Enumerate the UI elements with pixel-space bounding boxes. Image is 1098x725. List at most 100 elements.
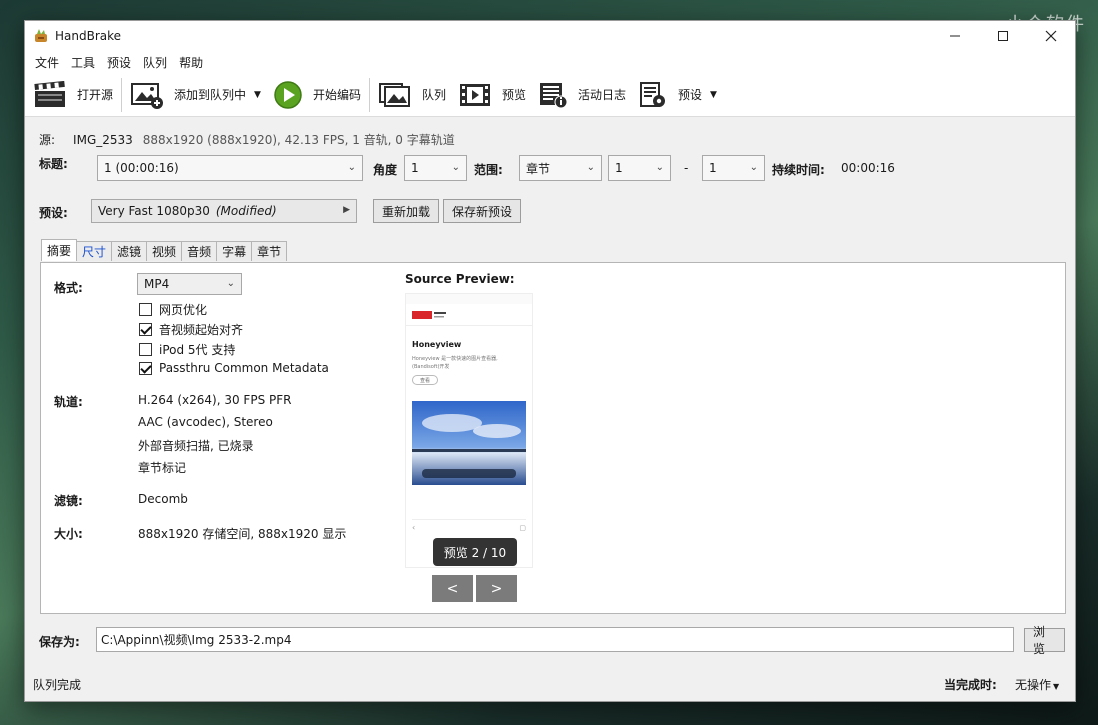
range-start-select[interactable]: 1 ⌄ (608, 155, 671, 181)
duration-label: 持续时间: (772, 163, 825, 177)
track-external-audio: 外部音频扫描, 已烧录 (138, 439, 254, 453)
preview-next-button[interactable]: > (476, 575, 517, 602)
tab-subtitles[interactable]: 字幕 (216, 241, 253, 261)
maximize-button[interactable] (979, 21, 1027, 51)
track-audio: AAC (avcodec), Stereo (138, 415, 273, 429)
queue-button[interactable]: 队列 (372, 77, 452, 113)
save-as-label: 保存为: (39, 635, 80, 649)
checkbox-box[interactable] (139, 303, 152, 316)
preset-select[interactable]: Very Fast 1080p30 (Modified) ▶ (91, 199, 357, 223)
tab-filters[interactable]: 滤镜 (111, 241, 148, 261)
status-text: 队列完成 (33, 677, 82, 692)
ipod-support-checkbox[interactable]: iPod 5代 支持 (139, 341, 235, 358)
start-encode-button[interactable]: 开始编码 (267, 77, 367, 113)
page-pill-button: 查看 (412, 375, 438, 385)
chevron-down-icon[interactable]: ▼ (254, 90, 261, 100)
filters-label: 滤镜: (54, 494, 83, 508)
title-select[interactable]: 1 (00:00:16) ⌄ (97, 155, 363, 181)
menu-queue[interactable]: 队列 (137, 54, 173, 71)
when-done-label: 当完成时: (944, 677, 997, 692)
chevron-right-icon: ▶ (343, 205, 350, 215)
save-new-preset-button[interactable]: 保存新预设 (443, 199, 522, 223)
site-logo-icon (412, 310, 446, 319)
menu-file[interactable]: 文件 (29, 54, 65, 71)
reload-preset-button[interactable]: 重新加载 (373, 199, 440, 223)
source-label: 源: (39, 133, 56, 147)
checkbox-box[interactable] (139, 323, 152, 336)
passthru-metadata-checkbox[interactable]: Passthru Common Metadata (139, 361, 329, 375)
queue-icon (378, 81, 412, 109)
film-preview-icon (458, 81, 492, 109)
menu-presets[interactable]: 预设 (101, 54, 137, 71)
chevron-down-icon[interactable]: ▼ (710, 90, 717, 100)
add-to-queue-button[interactable]: 添加到队列中 ▼ (124, 77, 267, 113)
presets-gear-icon (638, 81, 668, 109)
preview-label: 预览 (501, 88, 526, 102)
status-bar: 队列完成 当完成时: 无操作 ▼ (25, 667, 1075, 701)
checkbox-box[interactable] (139, 343, 152, 356)
page-heading: Honeyview (412, 340, 462, 349)
site-header (406, 304, 532, 326)
tab-dimensions[interactable]: 尺寸 (76, 241, 113, 261)
menu-help[interactable]: 帮助 (173, 54, 209, 71)
summary-panel: 格式: MP4 ⌄ 网页优化 音视频起始对齐 iPod 5代 支持 Passth… (40, 262, 1066, 614)
source-preview-title: Source Preview: (405, 272, 515, 286)
play-icon (273, 80, 303, 110)
title-label: 标题: (39, 157, 68, 171)
tab-chapters[interactable]: 章节 (251, 241, 288, 261)
close-button[interactable] (1027, 21, 1075, 51)
track-chapters: 章节标记 (138, 461, 187, 475)
presets-button[interactable]: 预设 ▼ (632, 77, 723, 113)
browse-button[interactable]: 浏览 (1024, 625, 1065, 656)
source-info: 888x1920 (888x1920), 42.13 FPS, 1 音轨, 0 … (142, 133, 455, 147)
add-image-icon (130, 81, 164, 109)
menu-tools[interactable]: 工具 (65, 54, 101, 71)
web-optimized-label: 网页优化 (159, 303, 208, 317)
tabs-icon: ▢ (519, 523, 526, 532)
size-value: 888x1920 存储空间, 888x1920 显示 (138, 527, 347, 541)
menu-bar: 文件 工具 预设 队列 帮助 (25, 51, 1075, 73)
range-dash: - (684, 161, 689, 175)
preview-counter: 预览 2 / 10 (433, 538, 517, 566)
toolbar-separator (121, 77, 123, 112)
preview-button[interactable]: 预览 (452, 77, 532, 113)
minimize-button[interactable] (931, 21, 979, 51)
save-path-value: C:\Appinn\视频\Img 2533-2.mp4 (101, 633, 292, 647)
chevron-down-icon: ⌄ (226, 278, 235, 289)
align-av-start-checkbox[interactable]: 音视频起始对齐 (139, 321, 243, 338)
tracks-label: 轨道: (54, 395, 83, 409)
ipod-support-label: iPod 5代 支持 (159, 343, 236, 357)
start-encode-label: 开始编码 (312, 88, 361, 102)
back-arrow-icon: ‹ (412, 523, 416, 532)
range-start-value: 1 (615, 161, 623, 175)
checkbox-box[interactable] (139, 361, 152, 375)
toolbar: 打开源 添加到队列中 ▼ 开始编码 队列 预览 活动日志 预设 ▼ (25, 73, 1075, 117)
web-optimized-checkbox[interactable]: 网页优化 (139, 301, 207, 318)
preview-prev-button[interactable]: < (432, 575, 473, 602)
angle-select[interactable]: 1 ⌄ (404, 155, 467, 181)
chevron-down-icon: ⌄ (655, 162, 664, 173)
range-end-select[interactable]: 1 ⌄ (702, 155, 765, 181)
tab-audio[interactable]: 音频 (181, 241, 218, 261)
format-select[interactable]: MP4 ⌄ (137, 273, 242, 295)
range-type-value: 章节 (526, 161, 551, 176)
clapperboard-icon (33, 80, 67, 109)
preset-label: 预设: (39, 206, 68, 220)
when-done-select[interactable]: 无操作 ▼ (1015, 676, 1059, 693)
photo-caption (412, 491, 526, 499)
activity-log-button[interactable]: 活动日志 (532, 77, 632, 113)
angle-select-value: 1 (411, 161, 419, 175)
source-name: IMG_2533 (73, 132, 133, 147)
queue-label: 队列 (421, 88, 446, 102)
handbrake-app-icon (33, 28, 49, 44)
tab-video[interactable]: 视频 (146, 241, 183, 261)
source-row: 源: IMG_2533 888x1920 (888x1920), 42.13 F… (39, 131, 455, 148)
tab-summary[interactable]: 摘要 (41, 239, 78, 261)
chevron-down-icon: ⌄ (451, 162, 460, 173)
save-path-input[interactable]: C:\Appinn\视频\Img 2533-2.mp4 (96, 627, 1014, 652)
open-source-button[interactable]: 打开源 (27, 77, 119, 113)
range-type-select[interactable]: 章节 ⌄ (519, 155, 602, 181)
tab-bar: 摘要 尺寸 滤镜 视频 音频 字幕 章节 (41, 239, 288, 261)
title-row: 标题: (39, 155, 68, 172)
passthru-metadata-label: Passthru Common Metadata (159, 361, 329, 375)
